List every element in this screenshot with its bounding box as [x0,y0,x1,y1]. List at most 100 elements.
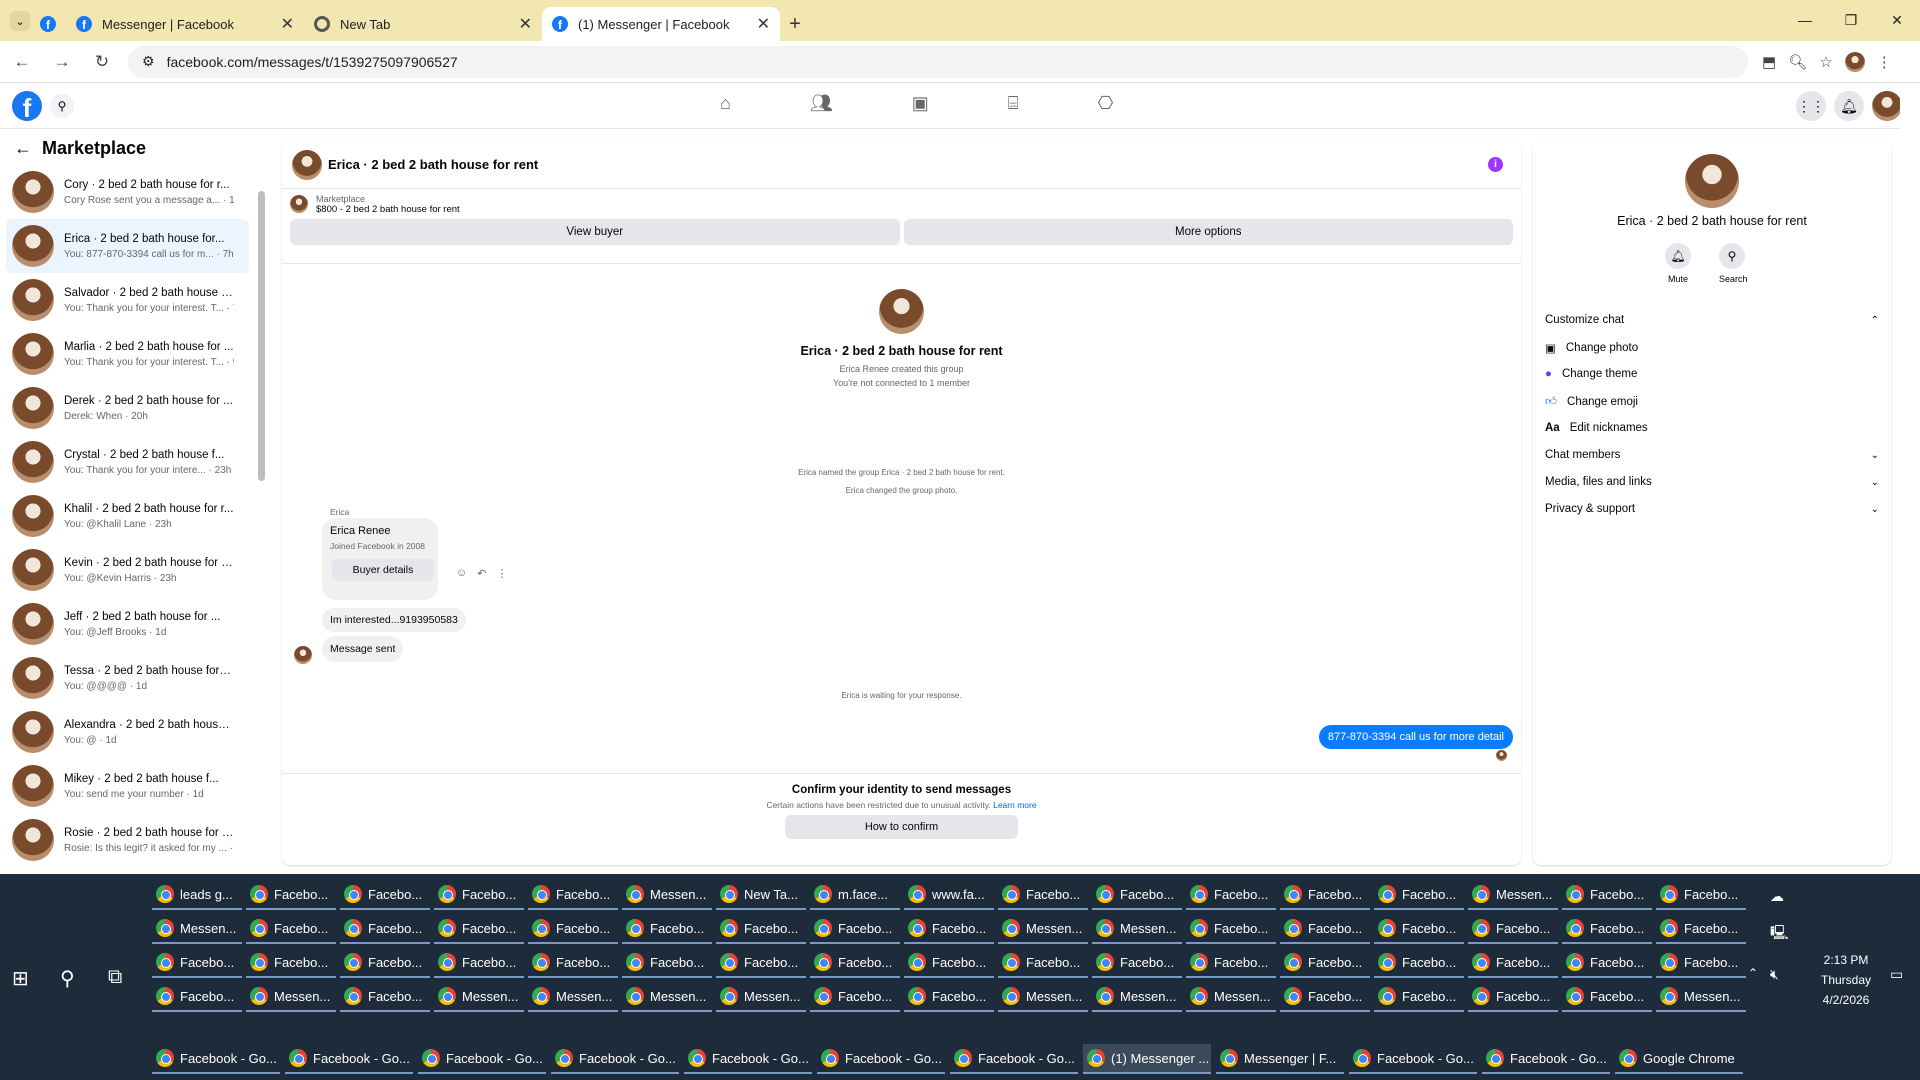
taskbar-window-button[interactable]: Facebo... [1280,982,1370,1012]
marketplace-icon[interactable]: ⌸ [1008,93,1019,114]
taskbar-window-button[interactable]: Facebo... [152,948,242,978]
home-icon[interactable]: ⌂ [720,93,731,114]
taskbar-window-button[interactable]: Facebo... [810,948,900,978]
how-to-confirm-button[interactable]: How to confirm [785,815,1018,839]
taskbar-window-button[interactable]: Messen... [622,880,712,910]
taskbar-window-button[interactable]: Messen... [152,914,242,944]
conversation-item[interactable]: Rosie · 2 bed 2 bath house for r... Rosie… [6,813,249,867]
taskbar-window-button[interactable]: Facebo... [810,982,900,1012]
taskbar-window-button[interactable]: Facebo... [622,948,712,978]
reload-icon[interactable]: ↻ [84,44,120,80]
message-bubble[interactable]: Im interested...9193950583 [322,608,466,632]
address-bar[interactable]: ⚙ facebook.com/messages/t/15392750979065… [128,45,1748,78]
taskbar-window-button[interactable]: Messen... [998,982,1088,1012]
taskbar-window-button[interactable]: Messen... [1092,982,1182,1012]
facebook-logo[interactable]: f [12,91,42,121]
zoom-icon[interactable]: 🔍︎ [1788,53,1807,71]
change-theme-button[interactable]: ● Change theme [1545,368,1885,380]
taskbar-window-button[interactable]: Facebo... [528,880,618,910]
conversation-item[interactable]: Tessa · 2 bed 2 bath house for r... You: … [6,651,249,705]
windows-start-icon[interactable]: ⊞ [12,966,29,991]
account-avatar[interactable] [1872,91,1902,121]
site-info-icon[interactable]: ⚙ [142,53,155,70]
network-icon[interactable]: 🖳 [1770,922,1789,946]
taskbar-window-button[interactable]: Facebo... [716,948,806,978]
taskbar-window-button[interactable]: Facebo... [1656,914,1746,944]
taskbar-window-button[interactable]: Facebo... [340,914,430,944]
taskbar-window-button[interactable]: m.face... [810,880,900,910]
taskbar-window-button[interactable]: leads g... [152,880,242,910]
taskbar-window-button[interactable]: Facebo... [1468,948,1558,978]
taskbar-window-button[interactable]: Facebo... [622,914,712,944]
friends-icon[interactable]: 👥︎ [810,93,833,114]
chat-members-toggle[interactable]: Chat members ⌄ [1545,449,1885,461]
taskbar-group-button[interactable]: Facebook - Go... [817,1044,945,1074]
taskbar-window-button[interactable]: Facebo... [528,948,618,978]
react-icon[interactable]: ☺ [456,567,467,580]
taskbar-window-button[interactable]: Facebo... [1562,880,1652,910]
taskbar-group-button[interactable]: Facebook - Go... [1349,1044,1477,1074]
menu-grid-icon[interactable]: ⋮⋮ [1796,91,1826,121]
taskbar-window-button[interactable]: Messen... [246,982,336,1012]
taskbar-window-button[interactable]: Facebo... [1280,914,1370,944]
taskbar-window-button[interactable]: Facebo... [340,880,430,910]
taskbar-window-button[interactable]: New Ta... [716,880,806,910]
change-emoji-button[interactable]: 👍︎ Change emoji [1545,395,1885,409]
chat-title[interactable]: Erica · 2 bed 2 bath house for rent [328,157,538,172]
taskbar-window-button[interactable]: Facebo... [434,948,524,978]
install-icon[interactable]: ⬒ [1762,53,1776,71]
taskbar-group-button[interactable]: Facebook - Go... [1482,1044,1610,1074]
taskbar-window-button[interactable]: Messen... [528,982,618,1012]
taskbar-window-button[interactable]: Facebo... [904,914,994,944]
notifications-icon[interactable]: 🔔︎ [1834,91,1864,121]
tab-search-button[interactable]: ⌄ [10,11,30,31]
media-toggle[interactable]: Media, files and links ⌄ [1545,476,1885,488]
minimize-icon[interactable]: — [1782,0,1828,40]
search-icon[interactable]: ⚲ [50,94,74,118]
new-tab-button[interactable]: + [780,7,810,41]
close-icon[interactable]: ✕ [519,14,532,34]
tab-active-messenger[interactable]: f (1) Messenger | Facebook ✕ [542,7,780,41]
customize-chat-toggle[interactable]: Customize chat ⌃ [1545,314,1885,326]
close-icon[interactable]: ✕ [281,14,294,34]
taskbar-window-button[interactable]: Facebo... [1186,914,1276,944]
taskbar-window-button[interactable]: Messen... [998,914,1088,944]
taskbar-window-button[interactable]: Facebo... [1374,982,1464,1012]
taskbar-window-button[interactable]: Facebo... [1186,948,1276,978]
edit-nicknames-button[interactable]: Aa Edit nicknames [1545,422,1885,434]
notification-center-icon[interactable]: ▭ [1890,966,1903,983]
taskbar-window-button[interactable]: Facebo... [1186,880,1276,910]
taskbar-window-button[interactable]: Facebo... [904,948,994,978]
taskbar-window-button[interactable]: Facebo... [1374,948,1464,978]
conversation-item[interactable]: Jeff · 2 bed 2 bath house for ... You: @J… [6,597,249,651]
my-message-bubble[interactable]: 877-870-3394 call us for more detail [1318,725,1513,749]
taskbar-window-button[interactable]: Messen... [1092,914,1182,944]
taskbar-window-button[interactable]: Facebo... [1562,982,1652,1012]
taskbar-group-button[interactable]: Facebook - Go... [152,1044,280,1074]
conversation-item[interactable]: Erica · 2 bed 2 bath house for... You: 87… [6,219,249,273]
taskbar-window-button[interactable]: Facebo... [1468,982,1558,1012]
change-photo-button[interactable]: ▣ Change photo [1545,341,1885,355]
details-avatar[interactable] [1685,154,1739,208]
video-icon[interactable]: ▣ [912,93,929,114]
search-icon[interactable]: ⚲ [60,966,75,991]
taskbar-window-button[interactable]: Facebo... [340,948,430,978]
taskbar-window-button[interactable]: Facebo... [1468,914,1558,944]
taskbar-window-button[interactable]: www.fa... [904,880,994,910]
conversation-item[interactable]: Salvador · 2 bed 2 bath house f... You: T… [6,273,249,327]
taskbar-window-button[interactable]: Facebo... [528,914,618,944]
taskbar-window-button[interactable]: Messen... [716,982,806,1012]
listing-title[interactable]: $800 - 2 bed 2 bath house for rent [316,204,460,215]
taskbar-window-button[interactable]: Messen... [622,982,712,1012]
taskbar-window-button[interactable]: Facebo... [340,982,430,1012]
conversation-item[interactable]: Kevin · 2 bed 2 bath house for r... You: … [6,543,249,597]
taskbar-group-button[interactable]: Facebook - Go... [285,1044,413,1074]
tab-new-tab[interactable]: New Tab ✕ [304,7,542,41]
close-window-icon[interactable]: ✕ [1874,0,1920,40]
taskbar-window-button[interactable]: Facebo... [904,982,994,1012]
taskbar-window-button[interactable]: Facebo... [1280,880,1370,910]
taskbar-window-button[interactable]: Facebo... [810,914,900,944]
buyer-details-button[interactable]: Buyer details [332,559,434,581]
onedrive-icon[interactable]: ☁ [1770,888,1784,905]
taskbar-group-button[interactable]: Messenger | F... [1216,1044,1344,1074]
